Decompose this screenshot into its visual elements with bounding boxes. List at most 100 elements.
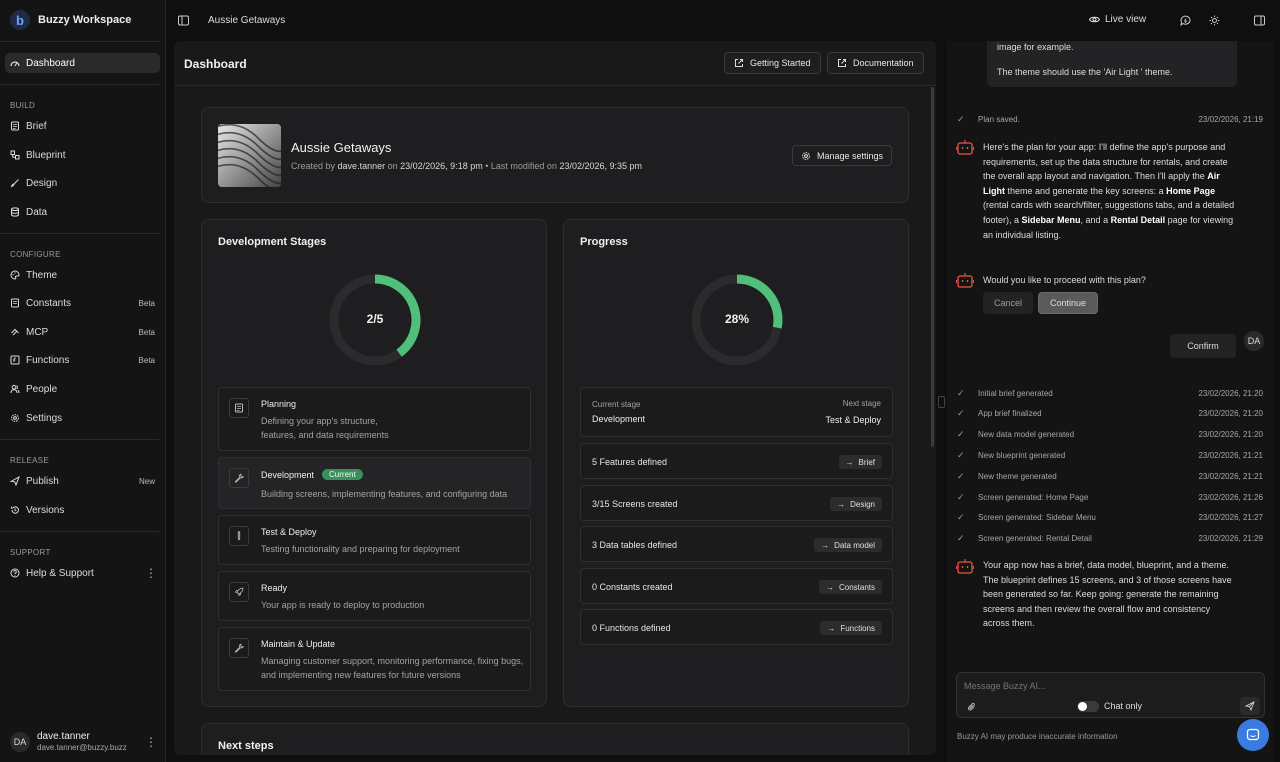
sidebar-item-label: Data — [26, 206, 48, 218]
check-icon: ✓ — [957, 408, 965, 419]
sidebar-item-people[interactable]: People — [5, 379, 160, 399]
project-card: Aussie Getaways Created by dave.tanner o… — [201, 107, 909, 203]
log-date: 23/02/2026, 21:21 — [1198, 471, 1263, 481]
activity-log-item: ✓ Screen generated: Home Page 23/02/2026, … — [957, 490, 1263, 504]
buzzy-logo: b — [10, 10, 30, 30]
section-label-build: BUILD — [10, 101, 36, 110]
activity-log-item: ✓ Initial brief generated 23/02/2026, 21:2… — [957, 386, 1263, 400]
log-text: Screen generated: Home Page — [978, 492, 1089, 502]
live-view-button[interactable]: Live view — [1089, 14, 1146, 25]
document-icon — [229, 398, 249, 418]
data-model-link-button[interactable]: → Data model — [814, 538, 882, 552]
chat-icon[interactable] — [1180, 15, 1191, 26]
logo-letter: b — [16, 12, 24, 28]
rocket-icon — [229, 582, 249, 602]
sidebar-item-help-support[interactable]: Help & Support — [5, 563, 160, 583]
sidebar-item-data[interactable]: Data — [5, 202, 160, 222]
wrench-icon — [229, 468, 249, 488]
stage-maintain-update[interactable]: Maintain & Update Managing customer supp… — [218, 627, 531, 691]
stages-count: 2/5 — [366, 312, 384, 326]
project-image — [218, 124, 281, 187]
help-more-icon[interactable]: ⋮ — [145, 567, 157, 579]
progress-row-label: 3 Data tables defined — [592, 540, 678, 550]
divider — [0, 233, 159, 234]
bot-icon — [956, 559, 974, 574]
check-icon: ✓ — [957, 113, 965, 124]
progress-row-screens: 3/15 Screens created → Design — [580, 485, 893, 521]
send-button[interactable] — [1240, 697, 1260, 715]
stage-planning[interactable]: Planning Defining your app's structure, … — [218, 387, 531, 451]
sidebar-item-theme[interactable]: Theme — [5, 265, 160, 285]
brief-link-button[interactable]: → Brief — [838, 455, 882, 469]
divider — [0, 439, 159, 440]
paperclip-icon[interactable] — [967, 702, 977, 712]
sidebar-item-label: People — [26, 383, 58, 395]
sun-icon[interactable] — [1209, 15, 1220, 26]
stage-ready[interactable]: Ready Your app is ready to deploy to pro… — [218, 571, 531, 621]
constants-link-button[interactable]: → Constants — [818, 580, 882, 594]
progress-row-label: 0 Functions defined — [592, 623, 671, 633]
panel-toggle-icon[interactable] — [1254, 15, 1265, 26]
activity-log-item: ✓ Plan saved. 23/02/2026, 21:19 — [957, 112, 1263, 126]
chip-label: Data model — [834, 540, 875, 550]
messenger-icon — [1246, 728, 1260, 741]
sidebar-item-design[interactable]: Design — [5, 173, 160, 193]
ai-summary-message: Your app now has a brief, data model, bl… — [983, 560, 1232, 629]
send-icon — [1245, 701, 1255, 711]
created-by: dave.tanner — [337, 161, 386, 171]
chat-message-input[interactable] — [964, 679, 1254, 693]
project-meta: Created by dave.tanner on 23/02/2026, 9:… — [291, 161, 642, 171]
mcp-icon — [11, 328, 19, 336]
ai-question: Would you like to proceed with this plan… — [983, 275, 1146, 285]
sidebar-item-blueprint[interactable]: Blueprint — [5, 145, 160, 165]
panel-resize-handle[interactable] — [938, 396, 945, 408]
workspace-name: Buzzy Workspace — [38, 14, 132, 26]
sidebar-toggle-icon[interactable] — [178, 15, 189, 26]
scrollbar[interactable] — [931, 87, 934, 447]
user-profile[interactable]: DA dave.tanner dave.tanner@buzzy.buzz — [10, 731, 127, 752]
sidebar-item-versions[interactable]: Versions — [5, 500, 160, 520]
design-link-button[interactable]: → Design — [830, 497, 882, 511]
activity-log-item: ✓ Screen generated: Sidebar Menu 23/02/202… — [957, 511, 1263, 525]
sidebar-item-label: Publish — [26, 475, 59, 487]
log-date: 23/02/2026, 21:27 — [1198, 513, 1263, 523]
functions-link-button[interactable]: → Functions — [820, 621, 882, 635]
sidebar: b Buzzy Workspace Dashboard BUILD Brief … — [0, 0, 166, 762]
user-menu-icon[interactable]: ⋮ — [145, 736, 157, 748]
workspace-switcher[interactable]: b Buzzy Workspace — [10, 10, 131, 30]
sidebar-item-mcp[interactable]: MCP Beta — [5, 322, 160, 342]
card-title: Development Stages — [218, 236, 327, 248]
sidebar-item-dashboard[interactable]: Dashboard — [5, 53, 160, 73]
manage-settings-button[interactable]: Manage settings — [792, 145, 893, 166]
document-icon — [11, 121, 19, 131]
sidebar-item-publish[interactable]: Publish New — [5, 471, 160, 491]
sidebar-item-functions[interactable]: Functions Beta — [5, 350, 160, 370]
chat-only-toggle[interactable] — [1077, 701, 1099, 712]
sidebar-item-label: Theme — [26, 269, 58, 281]
sidebar-item-brief[interactable]: Brief — [5, 116, 160, 136]
progress-card: Progress 28% Current stage Development N… — [563, 219, 909, 707]
palette-icon — [10, 270, 20, 280]
activity-log-item: ✓ Screen generated: Rental Detail 23/02/20… — [957, 532, 1263, 546]
history-icon — [11, 506, 19, 514]
manage-settings-label: Manage settings — [817, 150, 884, 161]
beta-badge: Beta — [138, 298, 155, 308]
sidebar-item-label: Design — [26, 177, 58, 189]
cancel-button[interactable]: Cancel — [983, 292, 1033, 314]
live-view-label: Live view — [1105, 14, 1147, 25]
getting-started-button[interactable]: Getting Started — [724, 52, 821, 74]
dashboard-icon — [10, 61, 20, 67]
chat-only-label: Chat only — [1104, 701, 1143, 711]
arrow-right-icon: → — [825, 582, 834, 592]
current-stage-label: Current stage — [592, 400, 641, 409]
divider — [0, 84, 159, 85]
sidebar-item-constants[interactable]: Constants Beta — [5, 293, 160, 313]
stage-development[interactable]: Development Current Building screens, imp… — [218, 457, 531, 509]
stage-test-deploy[interactable]: Test & Deploy Testing functionality and … — [218, 515, 531, 565]
continue-button[interactable]: Continue — [1038, 292, 1098, 314]
support-chat-button[interactable] — [1237, 719, 1269, 751]
sidebar-item-settings[interactable]: Settings — [5, 408, 160, 428]
current-stage-value: Development — [592, 414, 646, 424]
documentation-button[interactable]: Documentation — [827, 52, 924, 74]
divider — [0, 531, 159, 532]
